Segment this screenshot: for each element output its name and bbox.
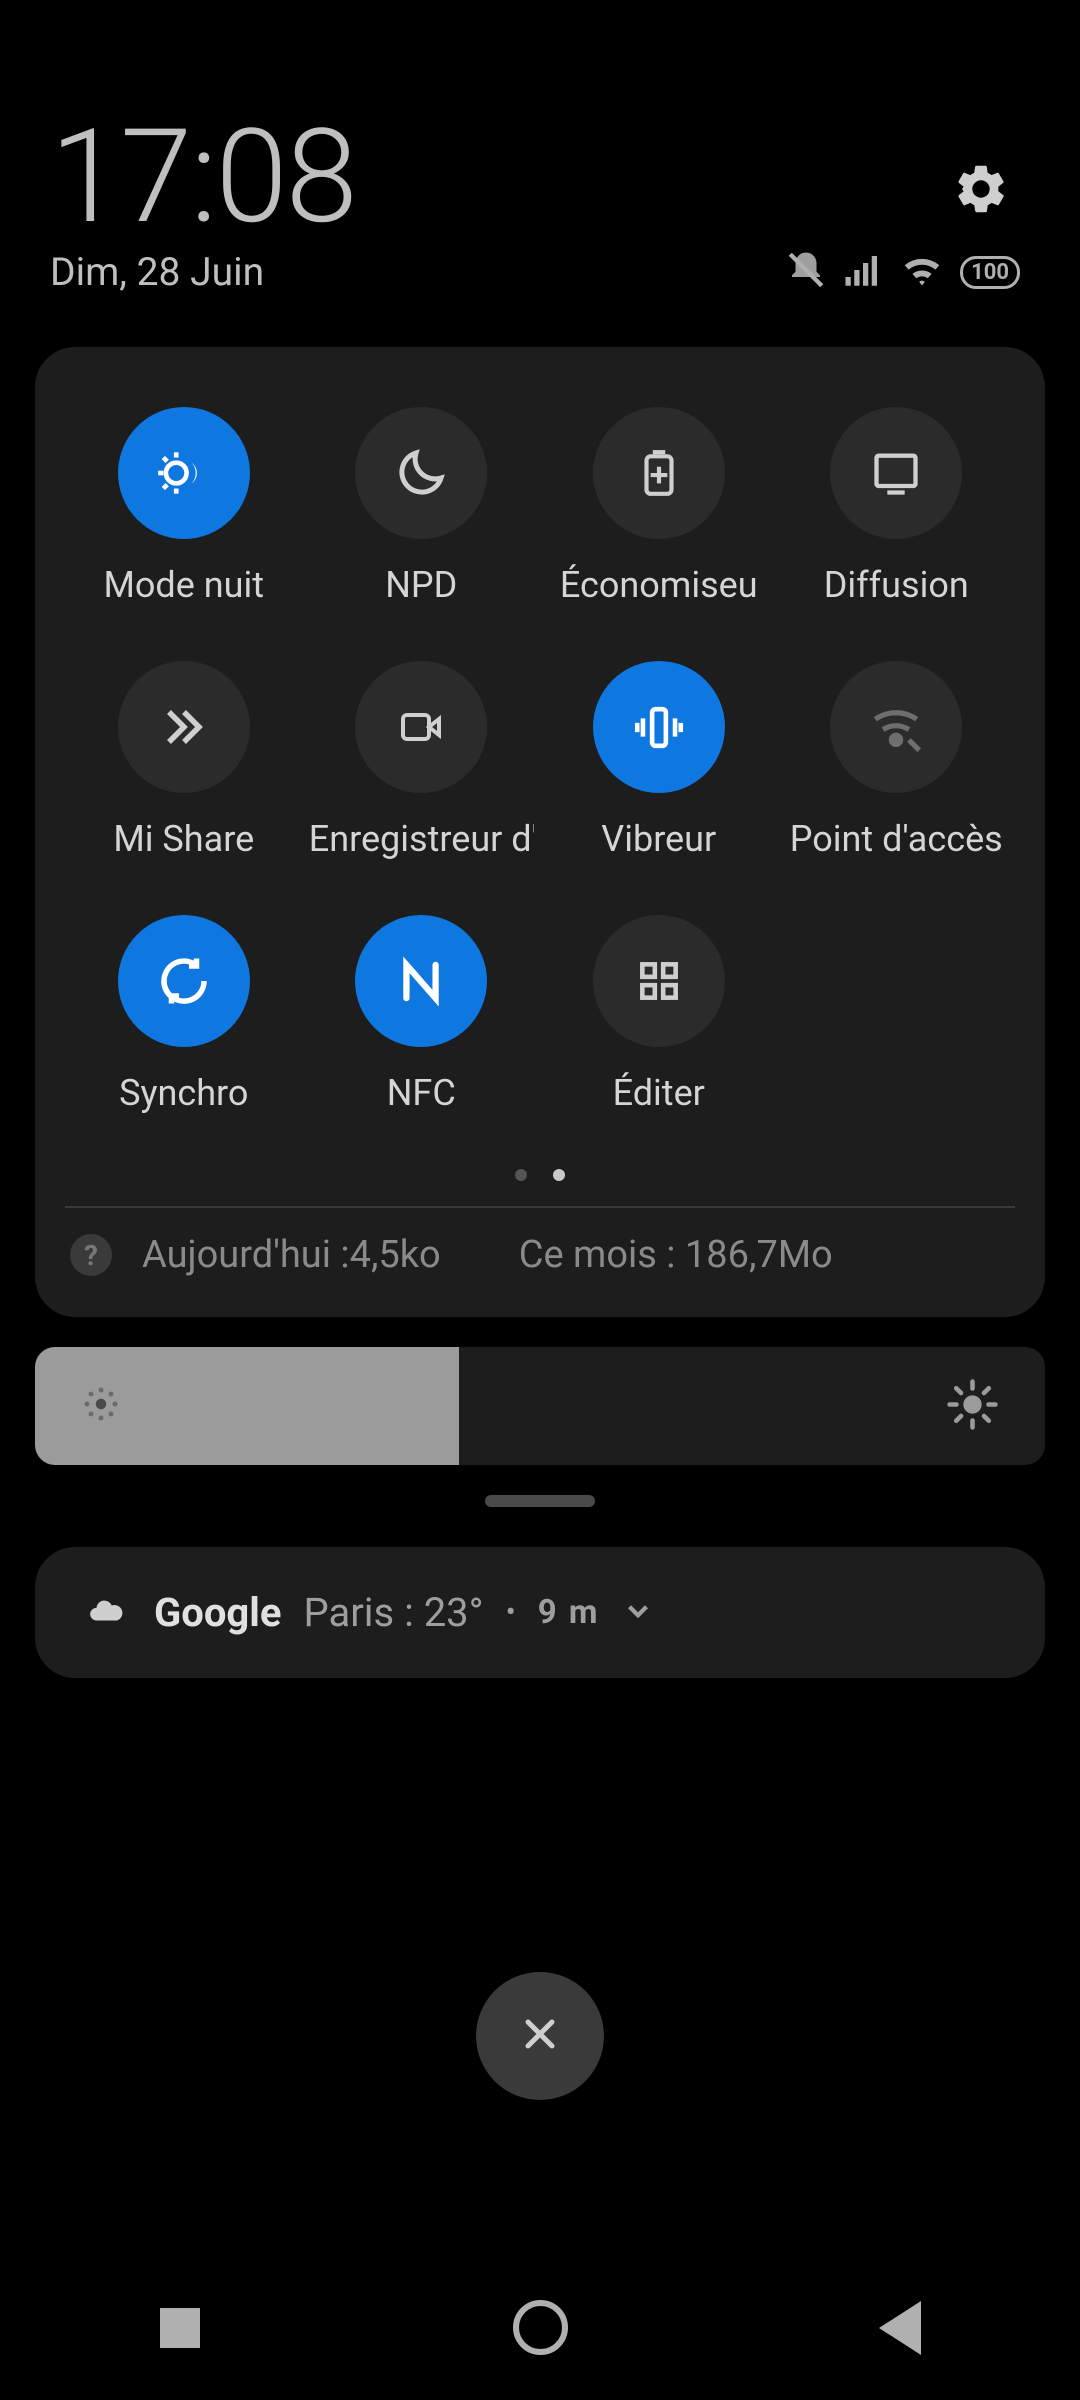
quick-settings-panel: Mode nuit NPD Économiseu Diffusion (35, 347, 1045, 1317)
tile-label: Éditer (613, 1072, 705, 1114)
dot (553, 1169, 565, 1181)
tile-label: NPD (385, 564, 457, 606)
mute-icon (785, 249, 827, 295)
tile-dnd[interactable]: NPD (303, 407, 541, 606)
date-text: Dim, 28 Juin (50, 249, 264, 295)
wifi-icon (899, 247, 945, 297)
vibrate-icon (593, 661, 725, 793)
chevron-down-icon[interactable] (621, 1594, 655, 1632)
tile-label: Vibreur (601, 818, 716, 860)
page-indicator (65, 1169, 1015, 1181)
tile-hotspot[interactable]: Point d'accès (778, 661, 1016, 860)
tile-label: Diffusion (824, 564, 969, 606)
tile-label: Mi Share (113, 818, 254, 860)
tile-edit[interactable]: Éditer (540, 915, 778, 1114)
tile-screen-recorder[interactable]: Enregistreur d'éc (303, 661, 541, 860)
tile-label: Point d'accès (790, 818, 1003, 860)
data-usage-row[interactable]: ? Aujourd'hui :4,5ko Ce mois : 186,7Mo (65, 1208, 1015, 1287)
notification-app: Google (154, 1589, 281, 1636)
notification-text: Paris : 23° (303, 1589, 483, 1636)
dismiss-all-button[interactable] (476, 1972, 604, 2100)
navigation-bar (0, 2255, 1080, 2400)
tile-battery-saver[interactable]: Économiseu (540, 407, 778, 606)
close-icon (516, 2010, 564, 2062)
sync-icon (118, 915, 250, 1047)
battery-indicator: 100 (960, 256, 1020, 289)
signal-icon (842, 249, 884, 295)
night-mode-icon (118, 407, 250, 539)
tile-label: Mode nuit (103, 564, 264, 606)
tile-cast[interactable]: Diffusion (778, 407, 1016, 606)
data-today-text: Aujourd'hui :4,5ko (142, 1233, 441, 1277)
nfc-icon (355, 915, 487, 1047)
brightness-low-icon (80, 1383, 122, 1429)
data-month-text: Ce mois : 186,7Mo (519, 1233, 833, 1277)
tile-label: Économiseu (560, 564, 758, 606)
tile-label: Enregistreur d'éc (309, 818, 534, 860)
tile-label: Synchro (119, 1072, 248, 1114)
clock-time: 17:08 (50, 100, 356, 253)
settings-gear-icon[interactable] (952, 160, 1010, 222)
drag-handle[interactable] (485, 1495, 595, 1507)
hotspot-icon (830, 661, 962, 793)
tile-label: NFC (387, 1072, 456, 1114)
notification-separator: • (506, 1595, 516, 1630)
help-icon: ? (70, 1234, 112, 1276)
back-button[interactable] (873, 2300, 928, 2355)
recents-button[interactable] (153, 2300, 208, 2355)
battery-plus-icon (593, 407, 725, 539)
mi-share-icon (118, 661, 250, 793)
tile-nfc[interactable]: NFC (303, 915, 541, 1114)
dot (515, 1169, 527, 1181)
brightness-high-icon (945, 1377, 1000, 1436)
screen-record-icon (355, 661, 487, 793)
edit-grid-icon (593, 915, 725, 1047)
moon-icon (355, 407, 487, 539)
home-button[interactable] (513, 2300, 568, 2355)
tile-night-mode[interactable]: Mode nuit (65, 407, 303, 606)
tile-mi-share[interactable]: Mi Share (65, 661, 303, 860)
tile-vibrate[interactable]: Vibreur (540, 661, 778, 860)
status-bar: 100 (785, 247, 1020, 297)
brightness-slider[interactable] (35, 1347, 1045, 1465)
cloud-icon (80, 1592, 132, 1634)
cast-icon (830, 407, 962, 539)
weather-notification[interactable]: Google Paris : 23° • 9 m (35, 1547, 1045, 1678)
notification-time: 9 m (538, 1593, 600, 1632)
tile-sync[interactable]: Synchro (65, 915, 303, 1114)
